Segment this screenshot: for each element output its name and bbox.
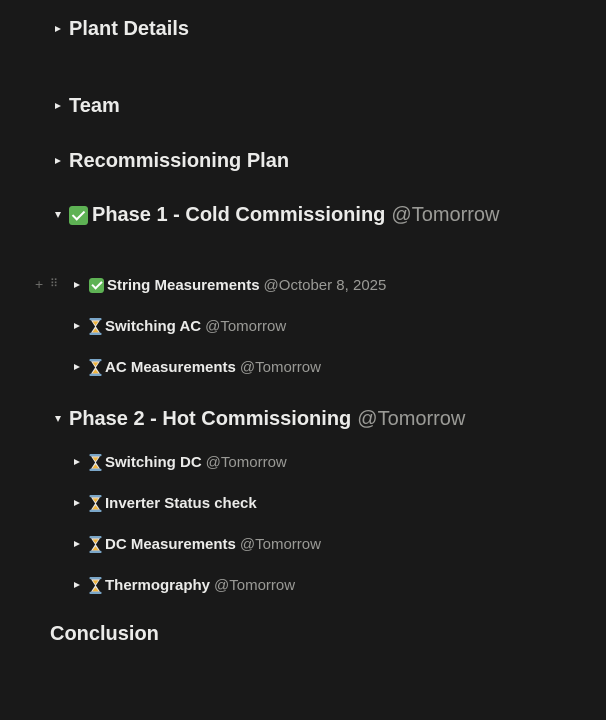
toggle-right-icon[interactable] <box>74 500 80 506</box>
item-label: DC Measurements <box>105 535 236 553</box>
toggle-item-inverter-status-check[interactable]: Inverter Status check <box>74 491 257 515</box>
toggle-item-ac-measurements[interactable]: AC Measurements @Tomorrow <box>74 355 321 379</box>
item-label: String Measurements <box>107 276 260 294</box>
item-label: Thermography <box>105 576 211 594</box>
date-mention[interactable]: @Tomorrow <box>240 359 321 376</box>
hourglass-icon <box>89 454 102 471</box>
toggle-right-icon[interactable] <box>74 282 80 288</box>
hourglass-icon <box>89 318 102 335</box>
toggle-right-icon[interactable] <box>74 459 80 465</box>
date-mention[interactable]: @Tomorrow <box>205 318 286 335</box>
item-label: AC Measurements <box>105 358 236 376</box>
date-mention[interactable]: @Tomorrow <box>391 204 499 227</box>
date-mention[interactable]: @Tomorrow <box>214 577 295 594</box>
toggle-heading-recommissioning-plan[interactable]: Recommissioning Plan <box>55 146 289 176</box>
toggle-heading-phase-2[interactable]: Phase 2 - Hot Commissioning @Tomorrow <box>55 404 465 434</box>
check-mark-button-icon <box>69 205 88 225</box>
hourglass-icon <box>89 495 102 512</box>
toggle-right-icon[interactable] <box>74 541 80 547</box>
heading-title: Recommissioning Plan <box>69 149 290 172</box>
toggle-heading-plant-details[interactable]: Plant Details <box>55 14 189 44</box>
toggle-item-switching-dc[interactable]: Switching DC @Tomorrow <box>74 450 287 474</box>
item-label: Switching DC <box>105 453 202 471</box>
heading-title: Team <box>69 94 120 117</box>
hourglass-icon <box>89 359 102 376</box>
toggle-right-icon[interactable] <box>74 323 80 329</box>
heading-title: Plant Details <box>69 17 190 40</box>
date-mention[interactable]: @Tomorrow <box>357 408 465 431</box>
toggle-heading-phase-1[interactable]: Phase 1 - Cold Commissioning @Tomorrow <box>55 200 500 230</box>
toggle-right-icon[interactable] <box>55 103 61 109</box>
toggle-down-icon[interactable] <box>55 416 61 422</box>
date-mention[interactable]: @October 8, 2025 <box>264 277 387 294</box>
toggle-item-string-measurements[interactable]: String Measurements @October 8, 2025 <box>74 273 386 297</box>
item-label: Inverter Status check <box>105 494 257 512</box>
heading-title: Phase 1 - Cold Commissioning <box>92 203 386 226</box>
page: Plant Details Team Recommissioning Plan … <box>0 0 606 720</box>
toggle-item-thermography[interactable]: Thermography @Tomorrow <box>74 573 295 597</box>
toggle-down-icon[interactable] <box>55 212 61 218</box>
toggle-right-icon[interactable] <box>74 582 80 588</box>
drag-handle-icon[interactable]: ⠿ <box>50 277 58 291</box>
item-label: Switching AC <box>105 317 202 335</box>
toggle-heading-team[interactable]: Team <box>55 91 120 121</box>
heading-conclusion[interactable]: Conclusion <box>50 623 159 646</box>
toggle-item-dc-measurements[interactable]: DC Measurements @Tomorrow <box>74 532 321 556</box>
toggle-right-icon[interactable] <box>74 364 80 370</box>
toggle-right-icon[interactable] <box>55 158 61 164</box>
toggle-right-icon[interactable] <box>55 26 61 32</box>
date-mention[interactable]: @Tomorrow <box>206 454 287 471</box>
hourglass-icon <box>89 536 102 553</box>
check-mark-button-icon <box>89 277 104 293</box>
hourglass-icon <box>89 577 102 594</box>
date-mention[interactable]: @Tomorrow <box>240 536 321 553</box>
plus-icon[interactable]: + <box>35 277 43 291</box>
toggle-item-switching-ac[interactable]: Switching AC @Tomorrow <box>74 314 286 338</box>
heading-title: Phase 2 - Hot Commissioning <box>69 407 352 430</box>
